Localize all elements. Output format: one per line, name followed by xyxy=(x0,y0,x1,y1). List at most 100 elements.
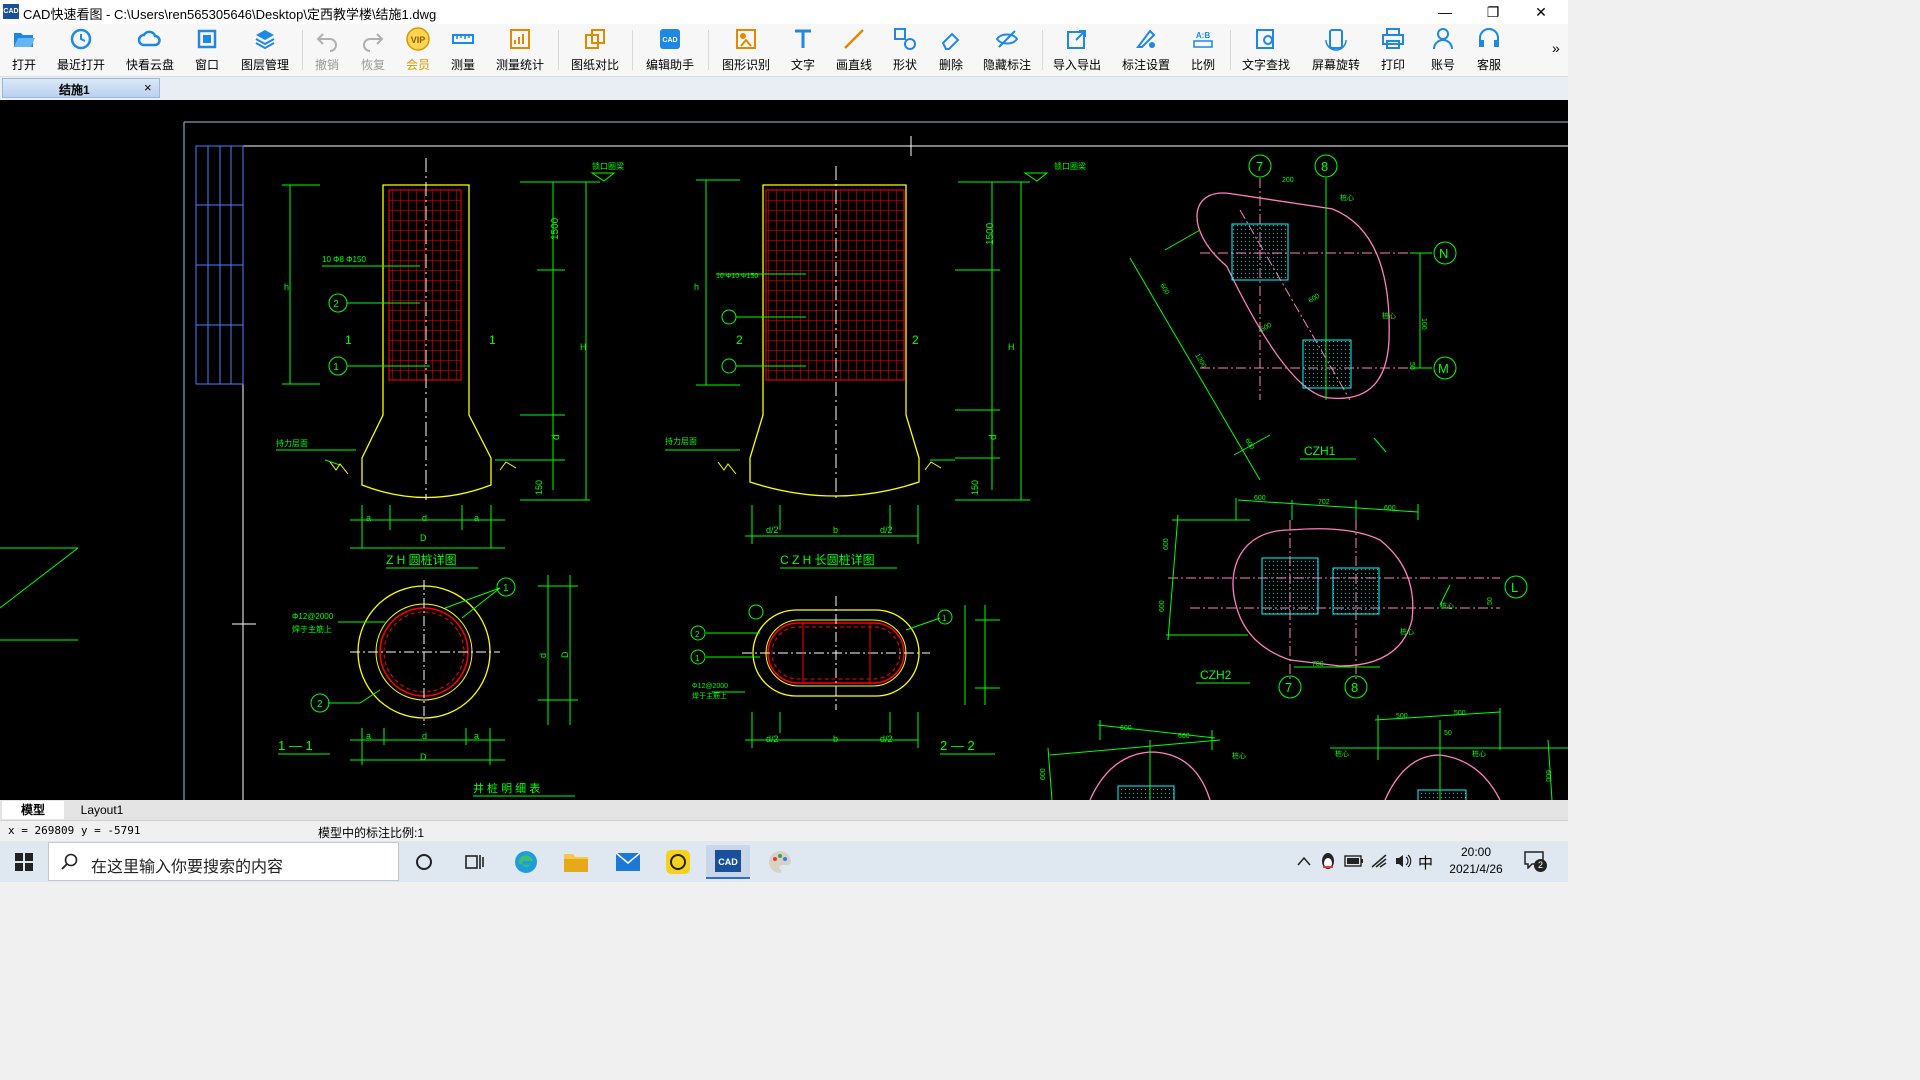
account-button[interactable]: 账号 xyxy=(1426,26,1460,74)
left-fragment xyxy=(0,547,256,641)
toolbar-divider xyxy=(708,30,709,70)
title-strip xyxy=(195,145,244,385)
tab-layout1[interactable]: Layout1 xyxy=(70,801,134,819)
tab-model[interactable]: 模型 xyxy=(2,801,64,819)
open-button[interactable]: 打开 xyxy=(4,26,44,74)
ime-indicator[interactable]: 中 xyxy=(1418,852,1433,873)
toolbar-overflow-button[interactable]: » xyxy=(1552,40,1560,56)
draw-line-button[interactable]: 画直线 xyxy=(832,26,876,74)
svg-text:CAD: CAD xyxy=(718,857,738,867)
layer-manager-button[interactable]: 图层管理 xyxy=(238,26,292,74)
annotation-settings-icon xyxy=(1136,29,1156,48)
undo-button[interactable]: 撤销 xyxy=(310,26,344,74)
svg-text:1: 1 xyxy=(503,583,509,594)
svg-text:7: 7 xyxy=(1256,159,1263,174)
chevron-up-icon[interactable] xyxy=(1296,855,1312,867)
edge-taskbar-button[interactable] xyxy=(504,845,548,879)
svg-text:1500: 1500 xyxy=(550,217,561,240)
svg-text:d: d xyxy=(988,434,999,440)
maximize-button[interactable]: ❐ xyxy=(1470,0,1516,24)
toolbar-divider xyxy=(558,30,559,70)
battery-icon[interactable] xyxy=(1344,855,1364,867)
svg-text:600: 600 xyxy=(1254,495,1266,502)
cloud-drive-button[interactable]: 快看云盘 xyxy=(122,26,178,74)
svg-text:1: 1 xyxy=(942,614,947,623)
bottom-plans-partial: 600 600 600 桩心 500 500 50 桩心 桩心 600 xyxy=(1040,708,1568,800)
paint-app-button[interactable] xyxy=(758,845,802,879)
redo-icon xyxy=(363,33,384,52)
volume-icon[interactable] xyxy=(1394,853,1412,869)
zh-pile-elevation: 2 1 10 Φ8 Φ150 h H 1500 150 d 1 1 锁口圈梁 持… xyxy=(276,158,624,569)
windows-taskbar: 在这里输入你要搜索的内容 CAD 中 20:00 2021/4/26 2 xyxy=(0,841,1568,882)
svg-text:600: 600 xyxy=(1040,768,1047,780)
history-icon xyxy=(70,28,92,50)
toolbar-divider xyxy=(302,30,303,70)
drawing-canvas[interactable]: 2 1 10 Φ8 Φ150 h H 1500 150 d 1 1 锁口圈梁 持… xyxy=(0,100,1568,800)
svg-text:桩心: 桩心 xyxy=(1340,193,1354,202)
svg-text:1500: 1500 xyxy=(985,222,996,245)
chat-app-button[interactable] xyxy=(656,845,700,879)
task-view-button[interactable] xyxy=(452,845,496,879)
svg-text:100: 100 xyxy=(1420,318,1427,330)
text-icon xyxy=(795,29,811,48)
svg-text:150: 150 xyxy=(534,480,544,495)
hide-annotation-icon xyxy=(995,30,1019,48)
svg-text:b: b xyxy=(833,734,838,744)
vip-button[interactable]: VIP 会员 xyxy=(402,26,434,74)
wifi-icon[interactable] xyxy=(1370,853,1388,869)
rotate-screen-button[interactable]: 屏幕旋转 xyxy=(1308,26,1364,74)
headset-icon xyxy=(1479,28,1499,47)
compare-drawings-button[interactable]: 图纸对比 xyxy=(568,26,622,74)
section-1-1: 1 2 Φ12@2000 焊于主筋上 d D a d a D 1 — 1 井 桩… xyxy=(278,575,578,797)
svg-text:Φ12@2000: Φ12@2000 xyxy=(692,683,728,690)
taskbar-clock[interactable]: 20:00 2021/4/26 xyxy=(1446,844,1506,878)
cortana-button[interactable] xyxy=(402,845,446,879)
taskbar-search-box[interactable]: 在这里输入你要搜索的内容 xyxy=(48,842,399,881)
section-2-2: 2 1 1 Φ12@2000 焊于主筋上 d/2 b d/2 2 — 2 xyxy=(690,596,1000,755)
svg-text:L: L xyxy=(1511,580,1518,595)
notification-center-button[interactable]: 2 xyxy=(1524,851,1548,873)
svg-text:CZH2: CZH2 xyxy=(1200,668,1232,682)
rotate-screen-icon xyxy=(1325,29,1347,51)
svg-text:2: 2 xyxy=(912,333,919,347)
svg-text:a: a xyxy=(366,731,371,741)
svg-text:桩心: 桩心 xyxy=(1232,751,1246,760)
mail-button[interactable] xyxy=(606,845,650,879)
minimize-button[interactable]: — xyxy=(1422,0,1468,24)
close-window-button[interactable]: ✕ xyxy=(1518,0,1564,24)
shape-recognition-button[interactable]: 图形识别 xyxy=(718,26,774,74)
tray-penguin-icon[interactable] xyxy=(1320,852,1336,870)
svg-text:Φ12@2000: Φ12@2000 xyxy=(292,612,334,621)
svg-text:600: 600 xyxy=(1178,733,1190,740)
text-button[interactable]: 文字 xyxy=(786,26,820,74)
folder-icon xyxy=(564,854,588,872)
vip-icon: VIP xyxy=(406,27,430,51)
text-search-icon xyxy=(1256,29,1274,49)
hide-annotation-button[interactable]: 隐藏标注 xyxy=(980,26,1034,74)
measure-stats-button[interactable]: 测量统计 xyxy=(494,26,546,74)
text-search-button[interactable]: 文字查找 xyxy=(1238,26,1294,74)
delete-button[interactable]: 删除 xyxy=(934,26,968,74)
print-button[interactable]: 打印 xyxy=(1376,26,1410,74)
scale-button[interactable]: A:B 比例 xyxy=(1186,26,1220,74)
cad-viewer-taskbar-button[interactable]: CAD xyxy=(706,845,750,879)
svg-text:CZH1: CZH1 xyxy=(1304,444,1336,458)
start-button[interactable] xyxy=(2,845,46,879)
import-export-button[interactable]: 导入导出 xyxy=(1050,26,1104,74)
search-placeholder: 在这里输入你要搜索的内容 xyxy=(91,859,284,876)
measure-button[interactable]: 测量 xyxy=(446,26,480,74)
shapes-button[interactable]: 形状 xyxy=(888,26,922,74)
redo-button[interactable]: 恢复 xyxy=(356,26,390,74)
file-explorer-button[interactable] xyxy=(554,845,598,879)
svg-text:桩心: 桩心 xyxy=(1440,601,1454,610)
svg-text:D: D xyxy=(420,533,427,543)
edit-assistant-button[interactable]: CAD 编辑助手 xyxy=(642,26,698,74)
document-tab[interactable]: 结施1 × xyxy=(2,78,160,98)
close-tab-icon[interactable]: × xyxy=(144,80,152,95)
customer-service-button[interactable]: 客服 xyxy=(1472,26,1506,74)
windows-logo-icon xyxy=(15,853,33,871)
window-button[interactable]: 窗口 xyxy=(190,26,224,74)
annotation-settings-button[interactable]: 标注设置 xyxy=(1118,26,1174,74)
recent-open-button[interactable]: 最近打开 xyxy=(52,26,110,74)
import-export-icon xyxy=(1067,30,1086,49)
